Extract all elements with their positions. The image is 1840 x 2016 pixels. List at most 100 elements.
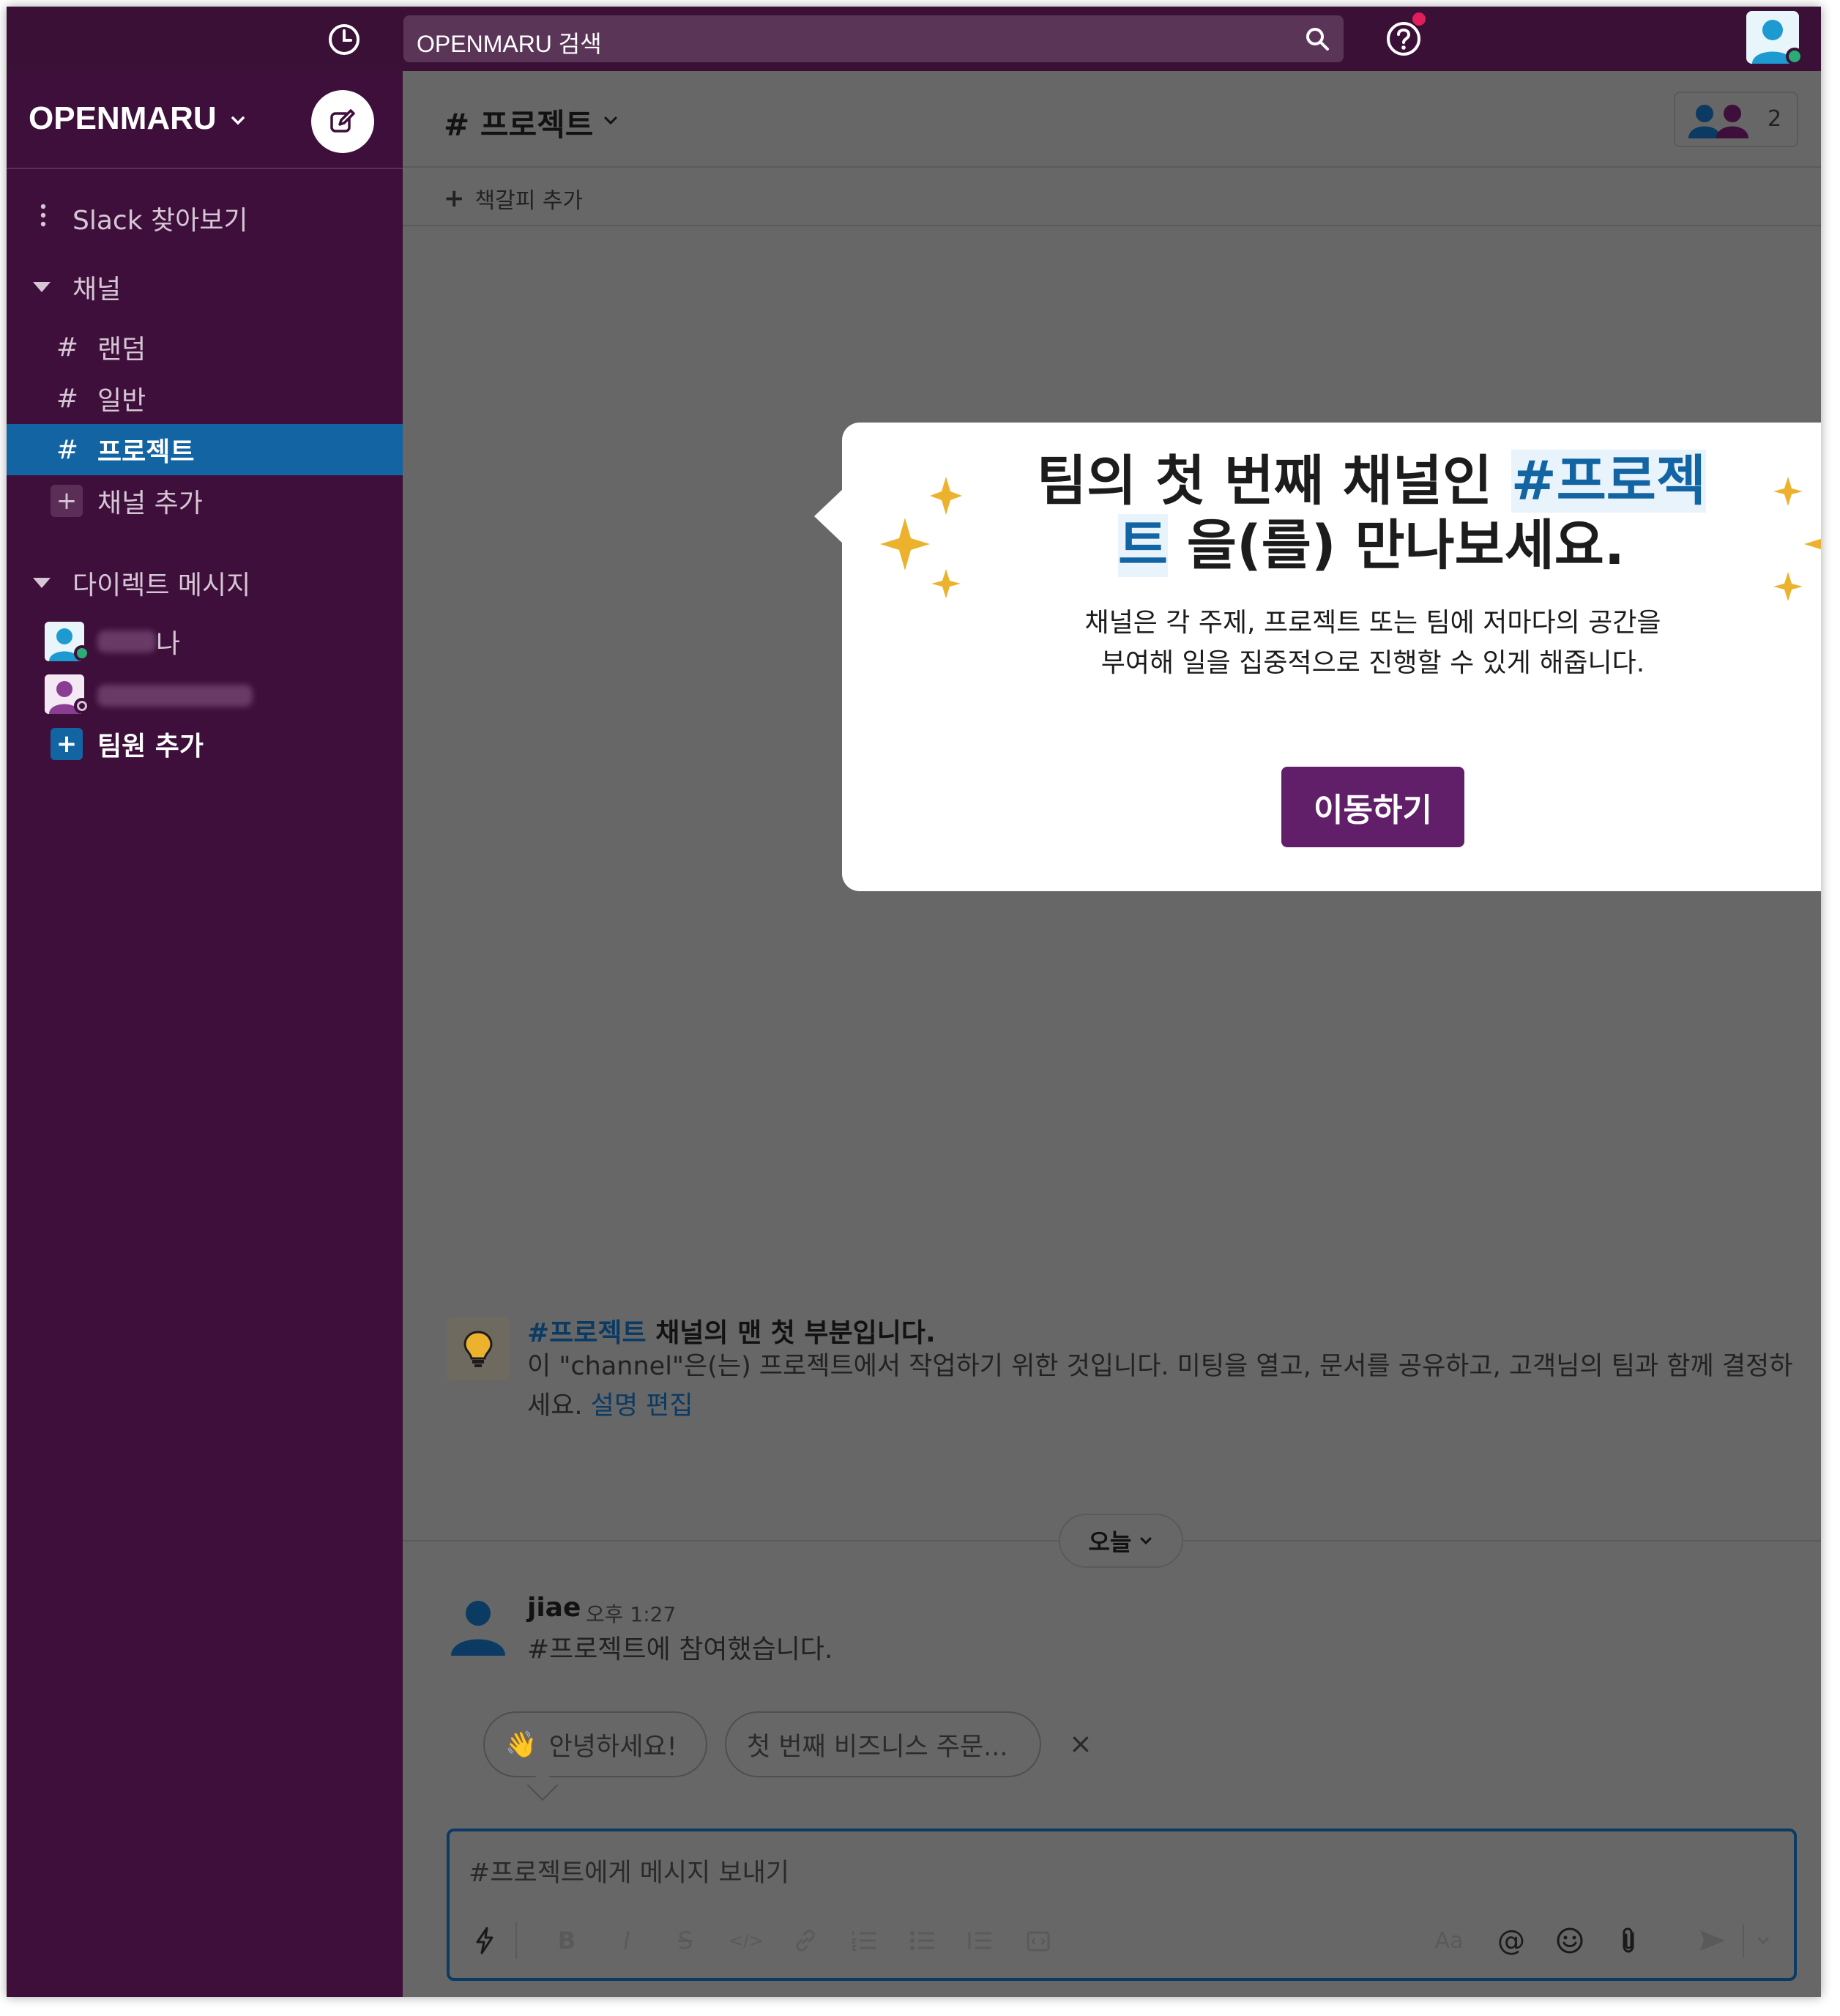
search-icon xyxy=(1306,28,1329,51)
sidebar-item-add-channel[interactable]: + 채널 추가 xyxy=(7,475,403,527)
code-icon[interactable]: </> xyxy=(728,1922,764,1959)
channel-intro-title: #프로젝트 채널의 맨 첫 부분입니다. xyxy=(527,1312,936,1350)
clock-icon xyxy=(329,24,360,55)
go-to-channel-button[interactable]: 이동하기 xyxy=(1281,767,1464,847)
sidebar-item-label: Slack 찾아보기 xyxy=(72,206,248,236)
presence-active-dot xyxy=(74,645,90,661)
emoji-icon[interactable] xyxy=(1554,1922,1586,1959)
italic-icon[interactable]: I xyxy=(612,1922,641,1959)
mention-icon[interactable]: @ xyxy=(1495,1922,1527,1959)
sidebar-item-dm-self[interactable]: 나 xyxy=(7,616,403,667)
chip-label: 첫 번째 비즈니스 주문... xyxy=(747,1732,1008,1762)
dm-name-suffix: 나 xyxy=(156,629,181,659)
plus-icon: + xyxy=(51,485,83,517)
message-timestamp[interactable]: 오후 1:27 xyxy=(586,1599,676,1628)
suggestion-chip[interactable]: 첫 번째 비즈니스 주문... xyxy=(725,1711,1041,1777)
section-label: 다이렉트 메시지 xyxy=(72,570,251,600)
notification-badge xyxy=(1412,12,1426,26)
add-bookmark-button[interactable]: + 책갈피 추가 xyxy=(444,182,583,215)
presence-active-dot xyxy=(1786,48,1803,65)
channel-label: 일반 xyxy=(97,386,146,416)
sidebar-item-dm-user[interactable] xyxy=(7,669,403,720)
message-text: #프로젝트에 참여했습니다. xyxy=(527,1634,833,1664)
section-label: 채널 xyxy=(72,275,122,305)
redacted-name xyxy=(97,685,253,707)
day-divider-button[interactable]: 오늘 xyxy=(1059,1514,1183,1568)
chevron-down-icon xyxy=(1140,1537,1152,1545)
channel-view: # 프로젝트 2 + 책갈피 추가 #프로젝트 채널의 맨 첫 부분입니다. 이… xyxy=(403,71,1821,1997)
text-format-icon[interactable]: Aa xyxy=(1431,1922,1467,1959)
caret-down-icon xyxy=(33,578,51,588)
channel-intro-body: 이 "channel"은(는) 프로젝트에서 작업하기 위한 것입니다. 미팅을… xyxy=(527,1347,1801,1426)
popup-title: 팀의 첫 번째 채널인 #프로젝트 을(를) 만나보세요. xyxy=(1018,449,1725,578)
shortcuts-lightning-icon[interactable] xyxy=(470,1922,499,1959)
send-options-chevron-icon[interactable] xyxy=(1750,1922,1776,1959)
top-bar: OPENMARU 검색 xyxy=(7,7,1821,71)
toolbar-separator xyxy=(1743,1924,1744,1957)
link-icon[interactable] xyxy=(791,1922,820,1959)
sparkles-icon xyxy=(880,477,962,598)
search-placeholder: OPENMARU 검색 xyxy=(417,31,602,57)
intro-title-text: 채널의 맨 첫 부분입니다. xyxy=(646,1318,936,1348)
popup-pointer xyxy=(814,488,843,544)
channel-link[interactable]: #프로젝트 xyxy=(527,1318,647,1348)
edit-description-link[interactable]: 설명 편집 xyxy=(591,1391,693,1421)
invite-label: 팀원 추가 xyxy=(97,732,204,762)
sidebar-item-channel-general[interactable]: # 일반 xyxy=(7,373,403,424)
intro-body-text: 이 "channel"은(는) 프로젝트에서 작업하기 위한 것입니다. 미팅을… xyxy=(527,1352,1793,1421)
popup-title-suffix: 을(를) 만나보세요. xyxy=(1168,514,1625,577)
day-label: 오늘 xyxy=(1088,1528,1132,1556)
bulleted-list-icon[interactable] xyxy=(908,1922,937,1959)
attachment-icon[interactable] xyxy=(1612,1922,1645,1959)
compose-icon xyxy=(330,109,355,133)
plus-icon: + xyxy=(444,184,465,213)
ordered-list-icon[interactable] xyxy=(849,1922,879,1959)
presence-away-dot xyxy=(74,698,90,714)
avatar[interactable] xyxy=(447,1593,510,1656)
chevron-down-icon[interactable] xyxy=(602,112,619,130)
code-block-icon[interactable] xyxy=(1024,1922,1053,1959)
slack-window: OPENMARU 검색 OPENMARU Slack 찾아보기 채널 # 랜덤 … xyxy=(7,7,1821,1997)
new-message-button[interactable] xyxy=(311,90,374,153)
strikethrough-icon[interactable]: S xyxy=(671,1922,700,1959)
channels-section-header[interactable]: 채널 xyxy=(7,261,403,313)
popup-description: 채널은 각 주제, 프로젝트 또는 팀에 저마다의 공간을 부여해 일을 집중적… xyxy=(1084,608,1661,678)
chevron-down-icon[interactable] xyxy=(229,112,247,130)
user-icon xyxy=(447,1593,510,1656)
toolbar-separator xyxy=(515,1922,517,1959)
message-composer[interactable]: #프로젝트에게 메시지 보내기 B I S </> Aa @ xyxy=(447,1829,1797,1981)
send-icon[interactable] xyxy=(1694,1922,1731,1959)
member-count: 2 xyxy=(1768,106,1782,132)
members-icon xyxy=(1688,105,1748,138)
sparkles-icon xyxy=(1773,477,1821,601)
sidebar-item-invite-people[interactable]: + 팀원 추가 xyxy=(7,718,403,770)
dm-section-header[interactable]: 다이렉트 메시지 xyxy=(7,557,403,609)
close-icon[interactable]: × xyxy=(1069,1727,1092,1760)
chip-label: 안녕하세요! xyxy=(548,1732,677,1762)
wave-emoji: 👋 xyxy=(505,1730,537,1760)
suggestion-chip[interactable]: 👋 안녕하세요! xyxy=(483,1711,707,1777)
channel-title[interactable]: # 프로젝트 xyxy=(444,100,593,145)
member-list-button[interactable]: 2 xyxy=(1674,92,1798,147)
more-vertical-icon xyxy=(29,203,58,234)
message-author[interactable]: jiae xyxy=(527,1593,581,1623)
add-channel-label: 채널 추가 xyxy=(97,488,203,518)
sidebar: OPENMARU Slack 찾아보기 채널 # 랜덤 # 일반 # 프로젝트 xyxy=(7,71,403,1997)
workspace-name[interactable]: OPENMARU xyxy=(29,100,217,137)
hash-icon: # xyxy=(56,332,79,362)
sidebar-item-channel-random[interactable]: # 랜덤 xyxy=(7,321,403,373)
history-button[interactable] xyxy=(321,17,367,62)
hash-icon: # xyxy=(56,383,79,414)
sidebar-divider xyxy=(7,168,403,169)
search-input[interactable]: OPENMARU 검색 xyxy=(403,15,1344,62)
hash-icon: # xyxy=(56,434,79,465)
bold-icon[interactable]: B xyxy=(552,1922,581,1959)
bookmark-bar: + 책갈피 추가 xyxy=(403,168,1821,226)
channel-header: # 프로젝트 2 xyxy=(403,71,1821,168)
channel-label: 프로젝트 xyxy=(97,437,195,467)
sidebar-item-channel-project[interactable]: # 프로젝트 xyxy=(7,424,403,475)
blockquote-icon[interactable] xyxy=(965,1922,994,1959)
sidebar-item-browse-slack[interactable]: Slack 찾아보기 xyxy=(7,193,403,244)
add-bookmark-label: 책갈피 추가 xyxy=(474,188,584,214)
plus-icon: + xyxy=(51,728,83,760)
